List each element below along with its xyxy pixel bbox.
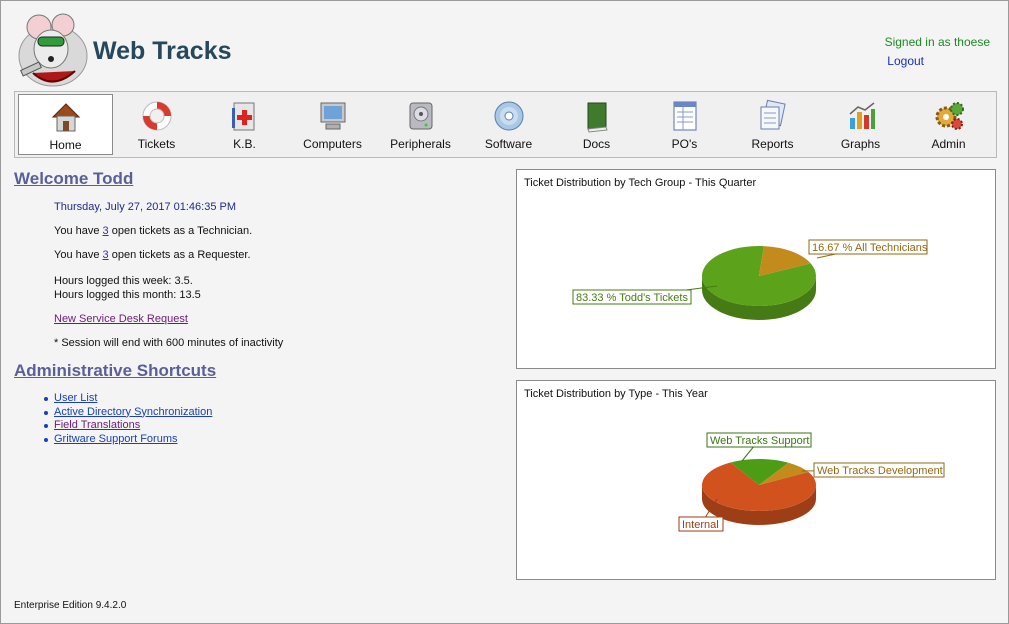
reports-icon [760, 99, 786, 130]
nav-pos[interactable]: PO's [637, 94, 732, 155]
hours-week: Hours logged this week: 3.5. [54, 275, 193, 287]
welcome-heading: Welcome Todd [14, 169, 134, 188]
new-service-desk-request-link[interactable]: New Service Desk Request [54, 313, 188, 325]
current-date: Thursday, July 27, 2017 01:46:35 PM [54, 201, 237, 213]
ad-sync-link[interactable]: Active Directory Synchronization [54, 406, 212, 418]
requester-suffix: open tickets as a Requester. [108, 249, 251, 261]
chart-panel-tech-group: Ticket Distribution by Tech Group - This… [516, 169, 996, 369]
pie-chart-tech-group: 83.33 % Todd's Tickets 16.67 % All Techni… [572, 239, 928, 320]
nav-software[interactable]: Software [461, 94, 556, 155]
main-toolbar: Home Tickets K.B. Computers Peripherals … [14, 91, 997, 158]
support-forums-link[interactable]: Gritware Support Forums [54, 433, 177, 445]
nav-peripherals[interactable]: Peripherals [373, 94, 468, 155]
first-aid-kit-icon [231, 102, 254, 131]
field-translations-link[interactable]: Field Translations [54, 419, 140, 431]
user-list-link[interactable]: User List [54, 392, 97, 404]
lifebuoy-icon [142, 101, 171, 131]
hard-drive-icon [409, 102, 432, 130]
nav-label: Graphs [840, 137, 881, 151]
requester-prefix: You have [54, 249, 103, 261]
nav-label: K.B. [233, 137, 256, 151]
book-icon [586, 102, 608, 133]
nav-label: Peripherals [390, 137, 451, 151]
slice-label: 83.33 % Todd's Tickets [576, 292, 688, 304]
nav-label: Admin [931, 137, 966, 151]
nav-label: Computers [303, 137, 362, 151]
chart-panel-type: Ticket Distribution by Type - This Year … [516, 380, 996, 580]
edition-text: Enterprise Edition 9.4.2.0 [14, 600, 127, 611]
nav-tickets[interactable]: Tickets [109, 94, 204, 155]
nav-home[interactable]: Home [18, 94, 113, 155]
nav-docs[interactable]: Docs [549, 94, 644, 155]
technician-suffix: open tickets as a Technician. [108, 225, 253, 237]
bar-graph-icon [849, 102, 875, 129]
list-item: User List [43, 392, 212, 406]
nav-label: Software [484, 137, 533, 151]
mouse-mascot-logo [18, 13, 88, 87]
list-item: Field Translations [43, 419, 212, 433]
slice-label: Internal [682, 519, 719, 531]
pie-chart-type: Web Tracks Support Web Tracks Development… [678, 432, 945, 532]
nav-reports[interactable]: Reports [725, 94, 820, 155]
nav-label: Docs [582, 137, 611, 151]
nav-label: Tickets [137, 137, 176, 151]
requester-tickets-text: You have 3 open tickets as a Requester. [54, 249, 251, 261]
nav-kb[interactable]: K.B. [197, 94, 292, 155]
slice-label: Web Tracks Development [817, 465, 943, 477]
list-item: Gritware Support Forums [43, 433, 212, 447]
home-icon [51, 103, 80, 132]
nav-label: Reports [751, 137, 794, 151]
gears-icon [935, 102, 964, 130]
hours-month: Hours logged this month: 13.5 [54, 289, 201, 301]
nav-graphs[interactable]: Graphs [813, 94, 908, 155]
signed-in-text: Signed in as thoese [884, 35, 990, 49]
technician-prefix: You have [54, 225, 103, 237]
monitor-icon [320, 102, 345, 130]
app-title: Web Tracks [93, 37, 232, 65]
nav-computers[interactable]: Computers [285, 94, 380, 155]
nav-label: Home [49, 138, 82, 152]
logout-link[interactable]: Logout [887, 54, 924, 68]
nav-label: PO's [671, 137, 698, 151]
shortcuts-list: User List Active Directory Synchronizati… [43, 392, 212, 447]
slice-label: 16.67 % All Technicians [812, 242, 928, 254]
slice-label: Web Tracks Support [710, 435, 809, 447]
technician-tickets-text: You have 3 open tickets as a Technician. [54, 225, 252, 237]
form-icon [673, 101, 696, 131]
cd-icon [494, 101, 523, 131]
shortcuts-heading: Administrative Shortcuts [14, 361, 217, 380]
session-note: * Session will end with 600 minutes of i… [54, 337, 284, 349]
list-item: Active Directory Synchronization [43, 406, 212, 420]
nav-admin[interactable]: Admin [901, 94, 996, 155]
header: Web Tracks Signed in as thoese Logout [1, 1, 1008, 89]
